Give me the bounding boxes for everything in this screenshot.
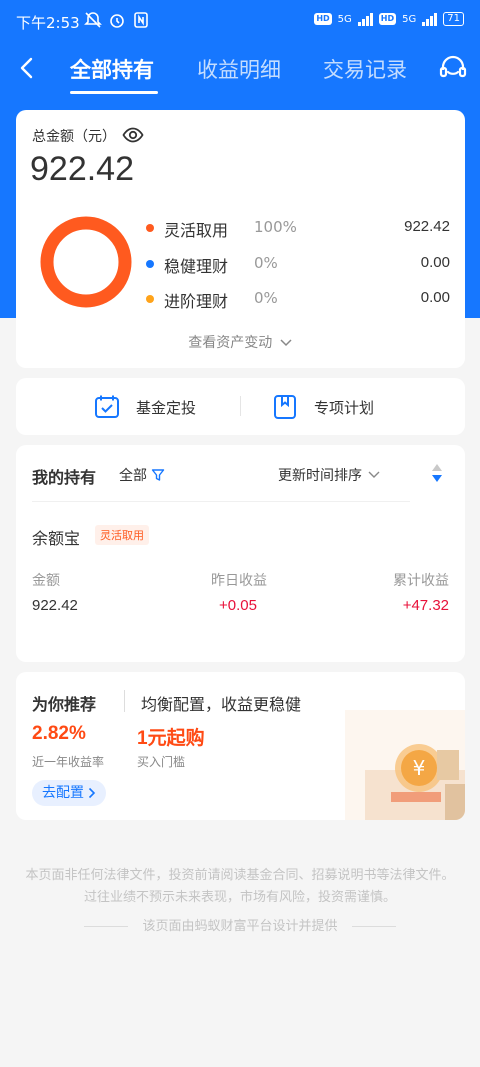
my-holdings-card: 我的持有 全部 更新时间排序 余额宝 灵活取用 金额 922.42 昨日收益 +… [16, 445, 465, 662]
holdings-filter[interactable]: 全部 [119, 465, 165, 485]
nfc-icon [132, 11, 150, 29]
total-earnings-value: +47.32 [402, 597, 449, 614]
coins-illustration: ¥ [345, 710, 465, 820]
footer-line-right [351, 926, 396, 927]
holdings-divider [32, 501, 410, 502]
fund-plan-label: 基金定投 [136, 398, 197, 417]
tab-transactions[interactable]: 交易记录 [323, 54, 407, 84]
sort-label: 更新时间排序 [278, 468, 362, 484]
fund-tag: 灵活取用 [95, 525, 149, 545]
chevron-down-icon [280, 339, 292, 347]
recommend-title: 为你推荐 [32, 695, 97, 714]
go-configure-button[interactable]: 去配置 [32, 780, 106, 806]
alarm-icon [108, 11, 126, 29]
signal-icon [357, 12, 373, 26]
special-plan-button[interactable]: 专项计划 [272, 394, 374, 420]
legend-dot [146, 224, 154, 232]
action-divider [240, 396, 241, 416]
legend-name: 稳健理财 [164, 257, 229, 276]
filter-label: 全部 [119, 468, 147, 484]
platform-footer: 该页面由蚂蚁财富平台设计并提供 [0, 915, 480, 934]
legend-name: 进阶理财 [164, 292, 229, 311]
legend-row-advanced: 进阶理财 0% 0.00 [146, 287, 450, 311]
annual-rate-label: 近一年收益率 [32, 755, 105, 769]
network-type-1: 5G [337, 13, 352, 25]
amount-label: 金额 [32, 573, 60, 589]
annual-rate-value: 2.82% [32, 723, 86, 744]
customer-service-icon[interactable] [438, 54, 468, 84]
active-tab-indicator [70, 91, 158, 94]
fund-name: 余额宝 [32, 529, 81, 548]
legal-disclaimer: 本页面非任何法律文件，投资前请阅读基金合同、招募说明书等法律文件。过往业绩不预示… [25, 868, 455, 905]
special-plan-label: 专项计划 [314, 398, 375, 417]
allocation-donut-chart [40, 216, 132, 308]
view-asset-change-link[interactable]: 查看资产变动 [16, 332, 465, 352]
yesterday-earnings-value: +0.05 [219, 597, 257, 614]
total-assets-card: 总金额（元） 922.42 灵活取用 100% 922.42 稳健理财 0% 0… [16, 110, 465, 368]
legend-dot [146, 295, 154, 303]
hd-icon: HD [314, 13, 332, 25]
chevron-down-icon [368, 471, 380, 478]
recommend-slogan: 均衡配置，收益更稳健 [141, 695, 302, 714]
status-icons-right: HD 5G HD 5G 71 [314, 12, 464, 26]
network-type-2: 5G [402, 13, 417, 25]
status-time: 下午2:53 [16, 14, 80, 32]
legend-value: 922.42 [404, 218, 450, 235]
legend-dot [146, 260, 154, 268]
filter-icon [151, 469, 165, 481]
footer-text: 该页面由蚂蚁财富平台设计并提供 [142, 919, 338, 934]
bookmark-doc-icon [274, 395, 296, 419]
fund-plan-button[interactable]: 基金定投 [94, 394, 196, 420]
hd-icon: HD [378, 13, 397, 25]
donut-segment-flexible [40, 216, 132, 308]
top-nav: 全部持有 收益明细 交易记录 [0, 44, 480, 100]
tab-all-holdings[interactable]: 全部持有 [70, 54, 154, 84]
status-bar: 下午2:53 HD 5G HD 5G 71 [0, 0, 480, 44]
legend-percent: 100% [254, 218, 297, 236]
holdings-title: 我的持有 [32, 468, 97, 487]
amount-value: 922.42 [32, 597, 78, 614]
quick-actions-card: 基金定投 专项计划 [16, 378, 465, 435]
yesterday-earnings-label: 昨日收益 [211, 573, 267, 589]
view-change-label: 查看资产变动 [188, 335, 273, 351]
recommend-divider [124, 690, 125, 712]
battery-icon: 71 [443, 12, 464, 26]
total-amount: 922.42 [30, 150, 134, 188]
tab-earnings-detail[interactable]: 收益明细 [197, 54, 281, 84]
threshold-label: 买入门槛 [137, 755, 186, 769]
footer-line-left [84, 926, 129, 927]
legend-percent: 0% [254, 289, 278, 307]
legend-row-flexible: 灵活取用 100% 922.42 [146, 216, 450, 240]
legend-percent: 0% [254, 254, 278, 272]
recommendation-card[interactable]: 为你推荐 均衡配置，收益更稳健 2.82% 近一年收益率 1元起购 买入门槛 去… [16, 672, 465, 820]
legend-name: 灵活取用 [164, 221, 229, 240]
calendar-check-icon [95, 395, 119, 418]
legend-value: 0.00 [420, 289, 450, 306]
go-configure-label: 去配置 [42, 785, 84, 801]
mute-icon [84, 11, 102, 29]
back-icon[interactable] [14, 54, 42, 82]
eye-icon[interactable] [122, 124, 144, 146]
sort-order-icon[interactable] [428, 462, 446, 484]
total-earnings-label: 累计收益 [393, 573, 449, 589]
signal-icon [422, 12, 438, 26]
chevron-right-icon [88, 787, 96, 799]
legend-value: 0.00 [420, 254, 450, 271]
svg-text:¥: ¥ [413, 756, 426, 780]
sort-dropdown[interactable]: 更新时间排序 [278, 465, 380, 485]
threshold-value: 1元起购 [137, 728, 205, 749]
status-icons-left [84, 11, 150, 29]
total-label: 总金额（元） [32, 129, 116, 145]
legend-row-stable: 稳健理财 0% 0.00 [146, 252, 450, 276]
